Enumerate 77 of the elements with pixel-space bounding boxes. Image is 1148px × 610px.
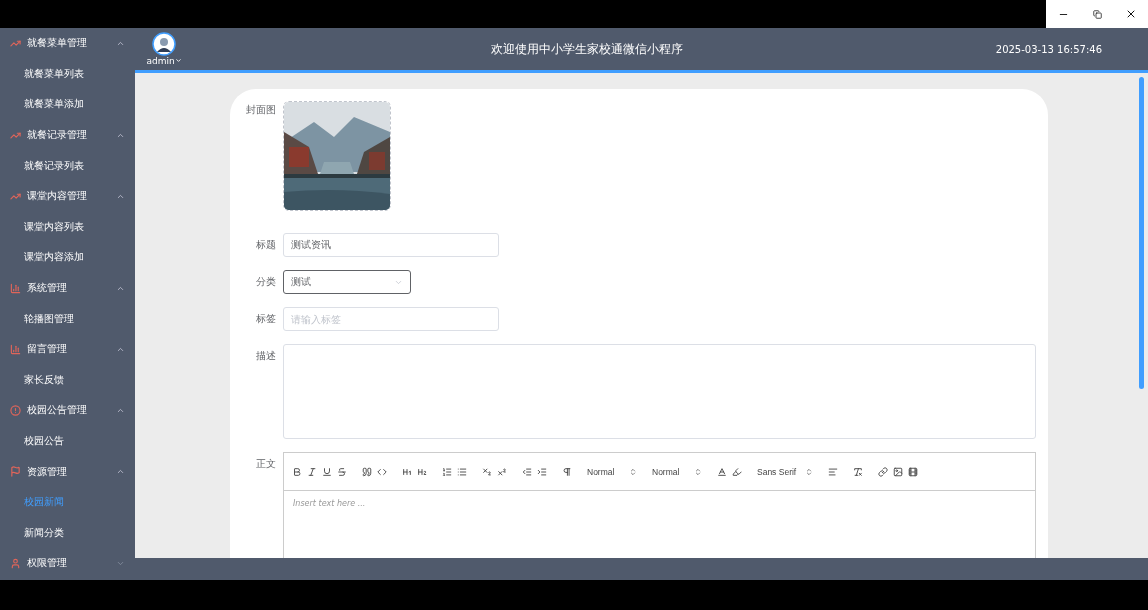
caret-icon	[174, 57, 182, 64]
italic-icon[interactable]	[307, 466, 317, 477]
subscript-icon[interactable]	[482, 466, 492, 477]
heading-icon[interactable]	[402, 466, 412, 477]
menu-group-label: 权限管理	[27, 556, 68, 571]
superscript-icon[interactable]	[497, 466, 507, 477]
flag-icon	[10, 466, 21, 478]
menu-item[interactable]: 校园公告	[0, 425, 135, 457]
text-color-icon[interactable]	[717, 466, 727, 477]
menu-item[interactable]: 就餐记录列表	[0, 150, 135, 181]
picker[interactable]: Sans Serif	[757, 466, 813, 477]
bold-icon[interactable]	[292, 466, 302, 477]
menu-group[interactable]: 留言管理	[0, 333, 135, 365]
user-icon	[10, 557, 21, 569]
menu-group[interactable]: 课堂内容管理	[0, 180, 135, 212]
field-label: 描述	[255, 349, 277, 363]
user-menu[interactable]: admin	[146, 56, 182, 66]
menu-group-label: 就餐菜单管理	[27, 36, 88, 51]
app-title: 欢迎使用中小学生家校通微信小程序	[490, 40, 685, 58]
indent-icon[interactable]	[537, 466, 547, 477]
menu-group[interactable]: 资源管理	[0, 456, 135, 487]
menu-group-label: 课堂内容管理	[27, 189, 88, 204]
quote-icon[interactable]	[362, 466, 372, 477]
numbered-list-icon[interactable]	[442, 466, 452, 477]
restore-icon	[1092, 9, 1102, 19]
paragraph-icon[interactable]	[562, 466, 572, 477]
video-icon[interactable]	[908, 466, 918, 477]
heading-icon[interactable]	[417, 466, 427, 477]
avatar[interactable]	[152, 32, 176, 56]
bar-chart-icon	[10, 343, 21, 355]
strikethrough-icon[interactable]	[337, 466, 347, 477]
menu-group[interactable]: 校园公告管理	[0, 395, 135, 426]
bullet-list-icon[interactable]	[457, 466, 467, 477]
updown-icon	[694, 467, 702, 476]
field-label: 封面图	[245, 103, 277, 117]
menu-group-label: 校园公告管理	[27, 403, 88, 418]
menu-group-label: 留言管理	[27, 342, 68, 357]
menu-group[interactable]: 就餐记录管理	[0, 119, 135, 151]
menu-group[interactable]: 就餐菜单管理	[0, 28, 135, 59]
updown-icon	[629, 467, 637, 476]
menu-item[interactable]: 就餐菜单添加	[0, 89, 135, 120]
link-icon[interactable]	[878, 466, 888, 477]
image-icon[interactable]	[893, 466, 903, 477]
picker[interactable]: Normal	[587, 466, 637, 477]
field-label: 分类	[255, 275, 277, 289]
menu-group[interactable]: 系统管理	[0, 272, 135, 304]
menu-item[interactable]: 课堂内容添加	[0, 242, 135, 273]
menu-item[interactable]: 家长反馈	[0, 364, 135, 396]
menu-group[interactable]: 权限管理	[0, 548, 135, 579]
field-label: 标题	[255, 238, 277, 252]
underline-icon[interactable]	[322, 466, 332, 477]
menu-item[interactable]: 新闻分类	[0, 517, 135, 549]
category-select[interactable]: 测试	[283, 270, 411, 294]
menu-item[interactable]: 就餐菜单列表	[0, 58, 135, 90]
datetime: 2025-03-13 16:57:46	[995, 43, 1102, 55]
clear-format-icon[interactable]	[853, 466, 863, 477]
alert-icon	[10, 404, 21, 416]
menu-group-label: 资源管理	[27, 464, 68, 479]
editor-placeholder: Insert text here ...	[292, 498, 367, 510]
highlight-icon[interactable]	[732, 466, 742, 477]
close-icon	[1125, 8, 1137, 20]
picker[interactable]: Normal	[652, 466, 702, 477]
align-icon[interactable]	[828, 466, 838, 477]
bar-chart-icon	[10, 282, 21, 294]
menu-group-label: 就餐记录管理	[27, 128, 88, 143]
title-field[interactable]: 测试资讯	[283, 233, 499, 257]
select-value: 测试	[291, 275, 311, 289]
menu-group-label: 系统管理	[27, 281, 68, 296]
scrollbar[interactable]	[1139, 77, 1144, 389]
menu-item[interactable]: 课堂内容列表	[0, 211, 135, 243]
updown-icon	[805, 467, 813, 476]
description-field[interactable]	[283, 344, 1036, 439]
code-icon[interactable]	[377, 466, 387, 477]
field-label: 正文	[255, 457, 277, 471]
menu-item[interactable]: 轮播图管理	[0, 303, 135, 334]
field-label: 标签	[255, 312, 277, 326]
outdent-icon[interactable]	[522, 466, 532, 477]
